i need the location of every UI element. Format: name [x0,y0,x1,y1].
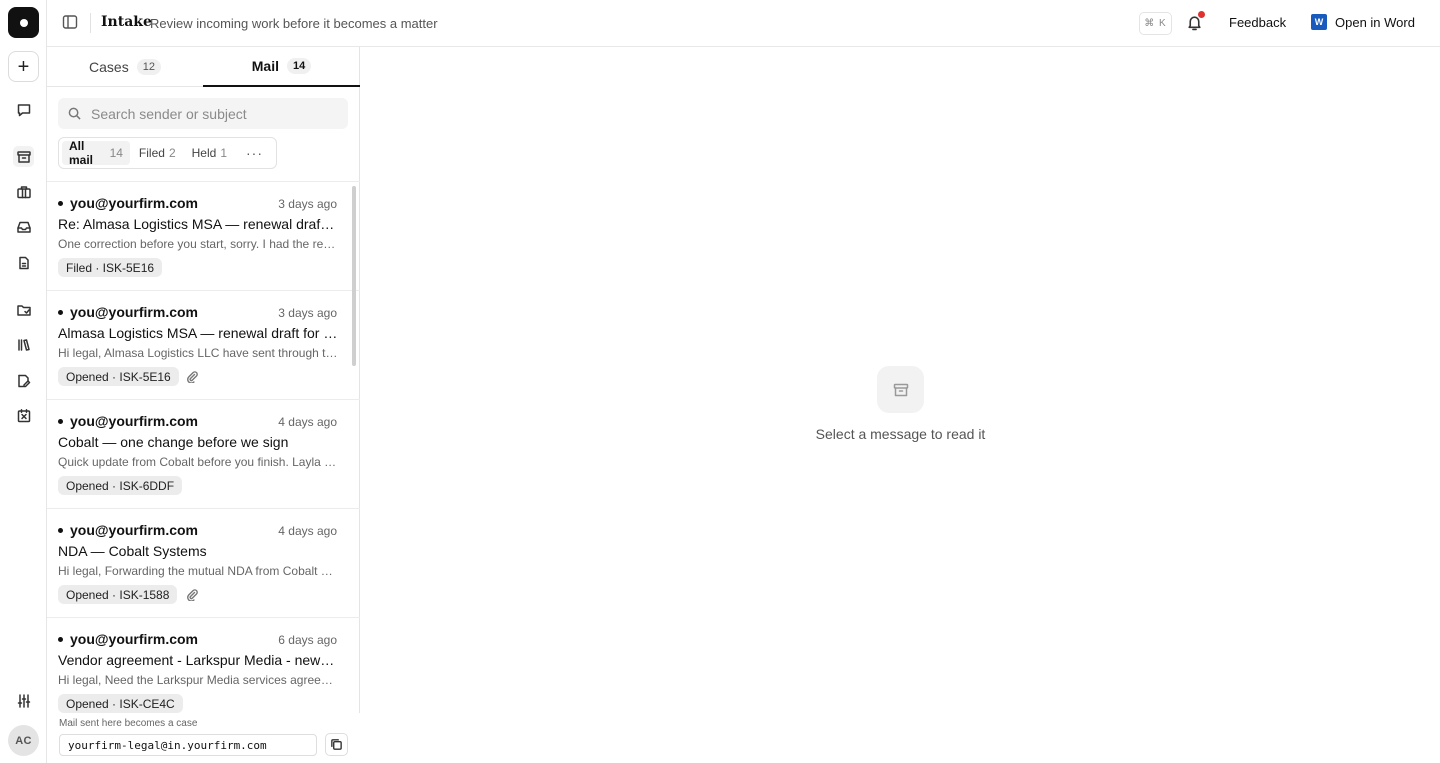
archive-icon[interactable] [13,146,34,167]
mail-list-pane: Cases 12 Mail 14 All mail 14 Filed 2 Hel… [47,47,360,763]
tab-mail[interactable]: Mail 14 [203,47,360,87]
filter-label: Filed [138,146,165,160]
message-item[interactable]: you@yourfirm.com 3 days ago Re: Almasa L… [47,182,360,291]
message-preview: One correction before you start, sorry. … [58,237,338,251]
paperclip-icon [186,370,198,384]
paperclip-icon [186,588,198,602]
message-list: you@yourfirm.com 3 days ago Re: Almasa L… [47,181,360,713]
message-preview: Quick update from Cobalt before you fini… [58,455,338,469]
status-badge: Opened · ISK-5E16 [58,367,179,386]
message-item[interactable]: you@yourfirm.com 3 days ago Almasa Logis… [47,291,360,400]
page-title: Intake [101,14,152,30]
message-time: 3 days ago [278,197,337,211]
copy-icon [331,739,342,750]
view-tabs: Cases 12 Mail 14 [47,47,360,87]
message-subject: Re: Almasa Logistics MSA — renewal draft… [58,216,338,232]
status-badge: Opened · ISK-6DDF [58,476,183,495]
folder-icon[interactable] [13,299,34,320]
tab-label: Cases [89,59,129,75]
empty-state-text: Select a message to read it [815,426,986,442]
command-palette-shortcut[interactable]: ⌘ K [1139,12,1172,35]
top-bar: Intake Review incoming work before it be… [47,0,1440,47]
message-preview: Hi legal, Need the Larkspur Media servic… [58,673,338,687]
word-icon: W [1311,14,1327,30]
filter-count: 2 [168,146,176,160]
library-icon[interactable] [13,334,34,355]
search-icon [68,107,81,120]
plus-icon: + [17,55,30,78]
message-subject: Almasa Logistics MSA — renewal draft for… [58,325,338,341]
chat-icon[interactable] [13,99,34,120]
intake-address-label: Mail sent here becomes a case [59,718,198,729]
status-badge: Filed · ISK-5E16 [58,258,163,277]
briefcase-icon[interactable] [13,181,34,202]
message-preview: Hi legal, Forwarding the mutual NDA from… [58,564,338,578]
feedback-button[interactable]: Feedback [1229,15,1286,30]
message-sender: you@yourfirm.com [58,304,198,320]
mail-filters: All mail 14 Filed 2 Held 1 ··· [58,137,277,169]
message-item[interactable]: you@yourfirm.com 4 days ago NDA — Cobalt… [47,509,360,618]
list-scrollbar[interactable] [352,186,356,366]
filter-count: 14 [109,146,123,160]
inbox-icon[interactable] [13,216,34,237]
new-button[interactable]: + [8,51,39,82]
message-sender: you@yourfirm.com [58,631,198,647]
message-subject: NDA — Cobalt Systems [58,543,207,559]
message-time: 6 days ago [278,633,337,647]
message-sender: you@yourfirm.com [58,195,198,211]
filter-held[interactable]: Held 1 [185,141,234,165]
status-badge: Opened · ISK-CE4C [58,694,183,713]
notifications-button[interactable] [1186,11,1206,34]
open-in-word-button[interactable]: W Open in Word [1311,14,1415,30]
message-time: 4 days ago [278,524,337,538]
app-logo[interactable] [8,7,39,38]
intake-address-field[interactable]: yourfirm-legal@in.yourfirm.com [59,734,317,756]
tab-count: 14 [286,58,312,74]
contact-card-icon[interactable] [13,405,34,426]
search-box [58,98,348,129]
filter-label: Held [191,146,217,160]
settings-sliders-icon[interactable] [13,690,34,711]
status-badge: Opened · ISK-1588 [58,585,178,604]
tab-label: Mail [251,58,279,74]
filter-filed[interactable]: Filed 2 [132,141,183,165]
intake-address-footer: Mail sent here becomes a case yourfirm-l… [47,713,360,763]
message-item[interactable]: you@yourfirm.com 4 days ago Cobalt — one… [47,400,360,509]
message-time: 4 days ago [278,415,337,429]
open-in-word-label: Open in Word [1335,14,1415,30]
message-sender: you@yourfirm.com [58,413,198,429]
filter-label: All mail [69,139,94,167]
app-rail: + AC [0,0,47,763]
document-copy-icon[interactable] [13,252,34,273]
message-preview: Hi legal, Almasa Logistics LLC have sent… [58,346,338,360]
reading-pane: Select a message to read it [361,47,1440,763]
avatar[interactable]: AC [8,725,39,756]
message-sender: you@yourfirm.com [58,522,198,538]
notification-dot [1198,11,1205,18]
divider [90,13,91,33]
message-time: 3 days ago [278,306,337,320]
search-input[interactable] [91,98,341,129]
message-subject: Vendor agreement - Larkspur Media - new … [58,652,338,668]
page-subtitle: Review incoming work before it becomes a… [150,16,438,31]
edit-document-icon[interactable] [13,370,34,391]
message-item[interactable]: you@yourfirm.com 6 days ago Vendor agree… [47,618,360,713]
archive-icon [877,366,924,413]
more-filters-button[interactable]: ··· [236,141,273,165]
tab-count: 12 [136,59,161,75]
filter-all-mail[interactable]: All mail 14 [62,139,130,167]
copy-address-button[interactable] [325,733,348,756]
sidebar-toggle-icon[interactable] [62,14,80,32]
filter-count: 1 [220,146,227,160]
tab-cases[interactable]: Cases 12 [47,47,203,87]
message-subject: Cobalt — one change before we sign [58,434,289,450]
